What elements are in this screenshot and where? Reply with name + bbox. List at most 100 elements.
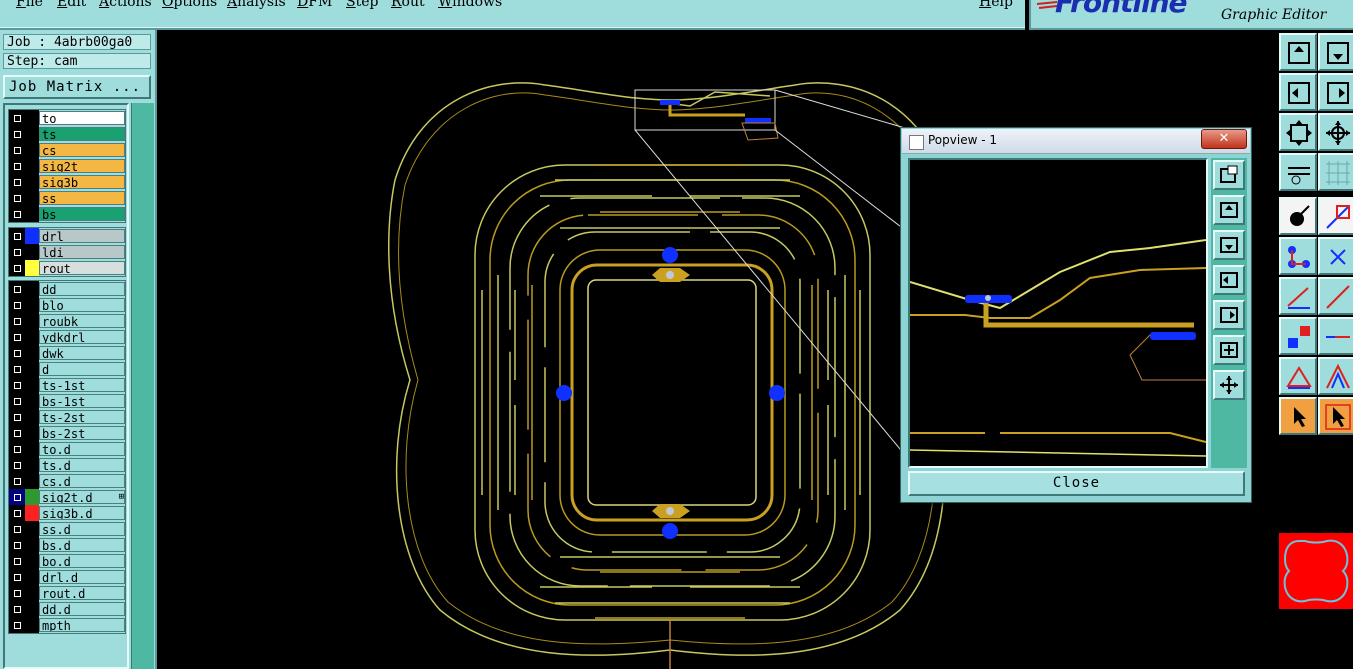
- layer-checkbox[interactable]: [9, 377, 25, 393]
- layer-checkbox[interactable]: [9, 206, 25, 222]
- layer-row-rout[interactable]: rout: [9, 260, 125, 276]
- layer-name[interactable]: bs-2st: [39, 426, 125, 440]
- overview-thumbnail[interactable]: [1279, 533, 1353, 609]
- tool-polygon[interactable]: [1318, 357, 1353, 395]
- layer-name[interactable]: cs: [39, 143, 125, 157]
- layer-checkbox[interactable]: [9, 244, 25, 260]
- layer-row-roubk[interactable]: roubk: [9, 313, 125, 329]
- layer-name[interactable]: drl.d: [39, 570, 125, 584]
- tool-zoom-up[interactable]: [1279, 33, 1317, 71]
- pv-zoom-out-button[interactable]: [1213, 370, 1245, 400]
- pv-zoom-in-button[interactable]: [1213, 335, 1245, 365]
- menu-rout[interactable]: Rout: [391, 0, 425, 10]
- tool-add-line[interactable]: [1279, 277, 1317, 315]
- layer-checkbox[interactable]: [9, 537, 25, 553]
- layer-name[interactable]: d: [39, 362, 125, 376]
- layer-row-blo[interactable]: blo: [9, 297, 125, 313]
- layer-checkbox[interactable]: [9, 110, 25, 126]
- layer-name[interactable]: dd: [39, 282, 125, 296]
- layer-name[interactable]: ts-2st: [39, 410, 125, 424]
- layer-name[interactable]: drl: [39, 229, 125, 243]
- layer-row-dd-d[interactable]: dd.d: [9, 601, 125, 617]
- layer-row-ss[interactable]: ss: [9, 190, 125, 206]
- layer-checkbox[interactable]: [9, 617, 25, 633]
- layer-row-dd[interactable]: dd: [9, 281, 125, 297]
- layer-row-bo-d[interactable]: bo.d: [9, 553, 125, 569]
- pv-pan-up-button[interactable]: [1213, 195, 1245, 225]
- pv-zoom-fit-button[interactable]: [1213, 160, 1245, 190]
- layer-checkbox[interactable]: [9, 142, 25, 158]
- layer-row-ts-1st[interactable]: ts-1st: [9, 377, 125, 393]
- layer-checkbox[interactable]: [9, 473, 25, 489]
- layer-checkbox[interactable]: [9, 190, 25, 206]
- menu-actions[interactable]: Actions: [99, 0, 152, 10]
- layer-row-sig3b[interactable]: sig3b: [9, 174, 125, 190]
- layer-name[interactable]: bs-1st: [39, 394, 125, 408]
- layer-row-sig2t-d[interactable]: sig2t.d ⊞: [9, 489, 125, 505]
- tool-add-pad[interactable]: [1279, 317, 1317, 355]
- tool-add-text[interactable]: [1318, 317, 1353, 355]
- tool-net[interactable]: [1279, 237, 1317, 275]
- layer-checkbox[interactable]: [9, 260, 25, 276]
- layer-row-ts-2st[interactable]: ts-2st: [9, 409, 125, 425]
- layer-name[interactable]: mpth: [39, 618, 125, 632]
- layer-checkbox[interactable]: [9, 361, 25, 377]
- job-matrix-button[interactable]: Job Matrix ...: [3, 75, 151, 99]
- pv-pan-left-button[interactable]: [1213, 265, 1245, 295]
- tool-select-pad[interactable]: [1279, 197, 1317, 235]
- pv-pan-right-button[interactable]: [1213, 300, 1245, 330]
- layer-name[interactable]: bs.d: [39, 538, 125, 552]
- layer-checkbox[interactable]: [9, 313, 25, 329]
- menu-file[interactable]: File: [16, 0, 43, 10]
- layer-name[interactable]: ts-1st: [39, 378, 125, 392]
- layer-name[interactable]: blo: [39, 298, 125, 312]
- tool-measure[interactable]: [1279, 153, 1317, 191]
- menu-dfm[interactable]: DFM: [297, 0, 332, 10]
- layer-row-ldi[interactable]: ldi: [9, 244, 125, 260]
- layer-checkbox[interactable]: [9, 585, 25, 601]
- layer-row-sig2t[interactable]: sig2t: [9, 158, 125, 174]
- layer-row-to-d[interactable]: to.d: [9, 441, 125, 457]
- layer-row-bs-1st[interactable]: bs-1st: [9, 393, 125, 409]
- menu-help[interactable]: Help: [979, 0, 1013, 10]
- tool-pointer-alt[interactable]: [1318, 397, 1353, 435]
- layer-row-ts-d[interactable]: ts.d: [9, 457, 125, 473]
- layer-row-drl-d[interactable]: drl.d: [9, 569, 125, 585]
- menu-analysis[interactable]: Analysis: [227, 0, 286, 10]
- tool-pointer[interactable]: [1279, 397, 1317, 435]
- layer-checkbox[interactable]: [9, 521, 25, 537]
- layer-checkbox[interactable]: [9, 393, 25, 409]
- menu-options[interactable]: Options: [162, 0, 217, 10]
- tool-triangle[interactable]: [1279, 357, 1317, 395]
- layer-row-bs[interactable]: bs: [9, 206, 125, 222]
- popview-titlebar[interactable]: Popview - 1 ✕: [902, 129, 1250, 154]
- layer-checkbox[interactable]: [9, 457, 25, 473]
- layer-name[interactable]: rout.d: [39, 586, 125, 600]
- layer-checkbox[interactable]: [9, 329, 25, 345]
- layer-name[interactable]: roubk: [39, 314, 125, 328]
- tool-zoom-out[interactable]: [1318, 113, 1353, 151]
- layer-name[interactable]: ts: [39, 127, 125, 141]
- layer-checkbox[interactable]: [9, 425, 25, 441]
- layer-name[interactable]: ts.d: [39, 458, 125, 472]
- layer-row-bs-2st[interactable]: bs-2st: [9, 425, 125, 441]
- layer-row-ss-d[interactable]: ss.d: [9, 521, 125, 537]
- popview-canvas[interactable]: [908, 158, 1208, 468]
- layer-checkbox[interactable]: [9, 281, 25, 297]
- layer-checkbox[interactable]: [9, 553, 25, 569]
- menu-edit[interactable]: Edit: [57, 0, 86, 10]
- layer-checkbox[interactable]: [9, 345, 25, 361]
- layer-checkbox[interactable]: [9, 174, 25, 190]
- layer-row-to[interactable]: to: [9, 110, 125, 126]
- layer-name[interactable]: sig2t: [39, 159, 125, 173]
- layer-name[interactable]: bs: [39, 207, 125, 221]
- layer-name[interactable]: sig3b: [39, 175, 125, 189]
- tool-zoom-down[interactable]: [1318, 33, 1353, 71]
- layer-scrollbar[interactable]: [131, 103, 154, 669]
- tool-draw-line[interactable]: [1318, 277, 1353, 315]
- layer-row-ydkdrl[interactable]: ydkdrl: [9, 329, 125, 345]
- tool-zoom-in[interactable]: [1279, 113, 1317, 151]
- layer-name[interactable]: to.d: [39, 442, 125, 456]
- layer-row-bs-d[interactable]: bs.d: [9, 537, 125, 553]
- layer-name[interactable]: ss.d: [39, 522, 125, 536]
